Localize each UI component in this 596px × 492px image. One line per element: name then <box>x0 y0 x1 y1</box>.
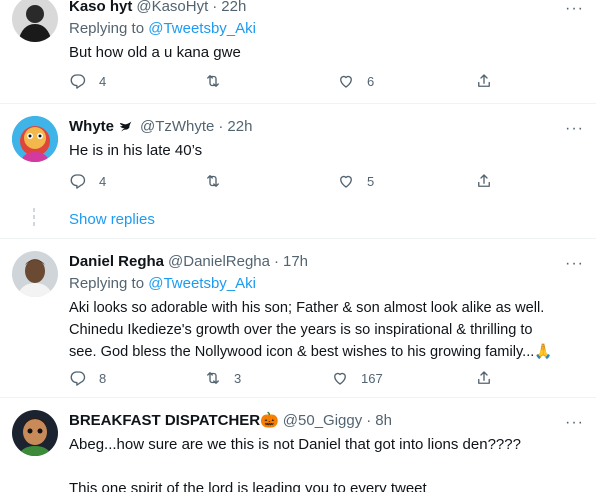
share-button[interactable] <box>475 72 493 90</box>
reply-icon <box>70 371 86 386</box>
tweet-text-line: This one spirit of the lord is leading y… <box>69 480 427 492</box>
like-button[interactable]: 6 <box>337 72 374 90</box>
retweet-button[interactable] <box>204 172 234 190</box>
more-icon[interactable]: ··· <box>565 256 584 272</box>
share-icon <box>478 174 490 187</box>
tweet-text-line: see. God bless the Nollywood icon & best… <box>69 344 553 360</box>
more-icon[interactable]: ··· <box>565 121 584 137</box>
display-name[interactable]: Whyte <box>69 117 114 137</box>
user-handle[interactable]: @DanielRegha <box>168 252 270 272</box>
avatar[interactable] <box>12 410 58 456</box>
tweet-breakfast-dispatcher[interactable]: BREAKFAST DISPATCHER🎃 @50_Giggy · 8h Abe… <box>0 398 596 492</box>
tweet-text-line: Aki looks so adorable with his son; Fath… <box>69 300 545 316</box>
more-icon[interactable]: ··· <box>565 1 584 17</box>
share-icon <box>478 371 490 384</box>
share-button[interactable] <box>475 369 493 387</box>
more-icon[interactable]: ··· <box>565 415 584 431</box>
timestamp[interactable]: 22h <box>221 0 246 17</box>
share-icon <box>478 74 490 87</box>
retweet-icon <box>207 372 219 384</box>
retweet-button[interactable]: 3 <box>204 369 241 387</box>
like-icon <box>334 372 346 385</box>
mention-link[interactable]: @Tweetsby_Aki <box>148 275 256 292</box>
reply-icon <box>70 74 86 89</box>
verified-icon <box>120 121 132 132</box>
replying-to-prefix: Replying to <box>69 275 145 292</box>
reply-count: 4 <box>99 173 107 189</box>
like-icon <box>340 75 352 88</box>
reply-button[interactable]: 4 <box>69 72 106 90</box>
like-button[interactable]: 5 <box>337 172 374 190</box>
replies-feed: Kaso hyt @KasoHyt · 22h Replying to @Twe… <box>0 0 596 492</box>
user-handle[interactable]: @TzWhyte <box>140 117 214 137</box>
tweet-text-line: Chinedu Ikedieze's growth over the years… <box>69 322 533 338</box>
reply-button[interactable]: 4 <box>69 172 106 190</box>
show-replies-link[interactable]: Show replies <box>69 211 155 228</box>
tweet-kaso-hyt[interactable]: Kaso hyt @KasoHyt · 22h Replying to @Twe… <box>0 0 596 105</box>
reply-count: 8 <box>99 370 107 386</box>
separator-dot: · <box>273 253 279 270</box>
display-name[interactable]: BREAKFAST DISPATCHER🎃 <box>69 411 279 431</box>
tweet-daniel-regha[interactable]: Daniel Regha @DanielRegha · 17h Replying… <box>0 239 596 397</box>
timestamp[interactable]: 17h <box>283 252 308 272</box>
tweet-whyte[interactable]: Whyte @TzWhyte · 22h He is in his late 4… <box>0 104 596 200</box>
avatar[interactable] <box>12 0 58 42</box>
user-handle[interactable]: @50_Giggy <box>283 411 362 431</box>
replying-to: Replying to @Tweetsby_Aki <box>69 274 584 294</box>
retweet-icon <box>207 175 219 187</box>
timestamp[interactable]: 22h <box>227 117 252 137</box>
timestamp[interactable]: 8h <box>375 411 392 431</box>
reply-count: 4 <box>99 73 107 89</box>
separator-dot: · <box>212 0 218 15</box>
share-button[interactable] <box>475 172 493 190</box>
like-count: 167 <box>361 370 383 386</box>
like-count: 5 <box>367 173 375 189</box>
reply-icon <box>70 174 86 189</box>
replying-to-prefix: Replying to <box>69 20 145 37</box>
tweet-text: He is in his late 40’s <box>69 142 203 159</box>
tweet-text: Abeg...how sure are we this is not Danie… <box>69 434 584 492</box>
like-icon <box>340 175 352 188</box>
thread-connector <box>33 208 35 229</box>
avatar[interactable] <box>12 116 58 162</box>
tweet-text-line: Abeg...how sure are we this is not Danie… <box>69 436 521 453</box>
replying-to: Replying to @Tweetsby_Aki <box>69 19 584 39</box>
tweet-text: But how old a u kana gwe <box>69 44 241 61</box>
retweet-count: 3 <box>234 370 242 386</box>
separator-dot: · <box>218 118 224 135</box>
display-name[interactable]: Kaso hyt <box>69 0 132 17</box>
retweet-button[interactable] <box>204 72 234 90</box>
display-name[interactable]: Daniel Regha <box>69 252 164 272</box>
separator-dot: · <box>366 412 372 429</box>
tweet-text: Aki looks so adorable with his son; Fath… <box>69 297 584 363</box>
avatar[interactable] <box>12 251 58 297</box>
reply-button[interactable]: 8 <box>69 369 106 387</box>
retweet-icon <box>207 75 219 87</box>
like-button[interactable]: 167 <box>331 369 383 387</box>
user-handle[interactable]: @KasoHyt <box>136 0 208 17</box>
mention-link[interactable]: @Tweetsby_Aki <box>148 20 256 37</box>
like-count: 6 <box>367 73 375 89</box>
